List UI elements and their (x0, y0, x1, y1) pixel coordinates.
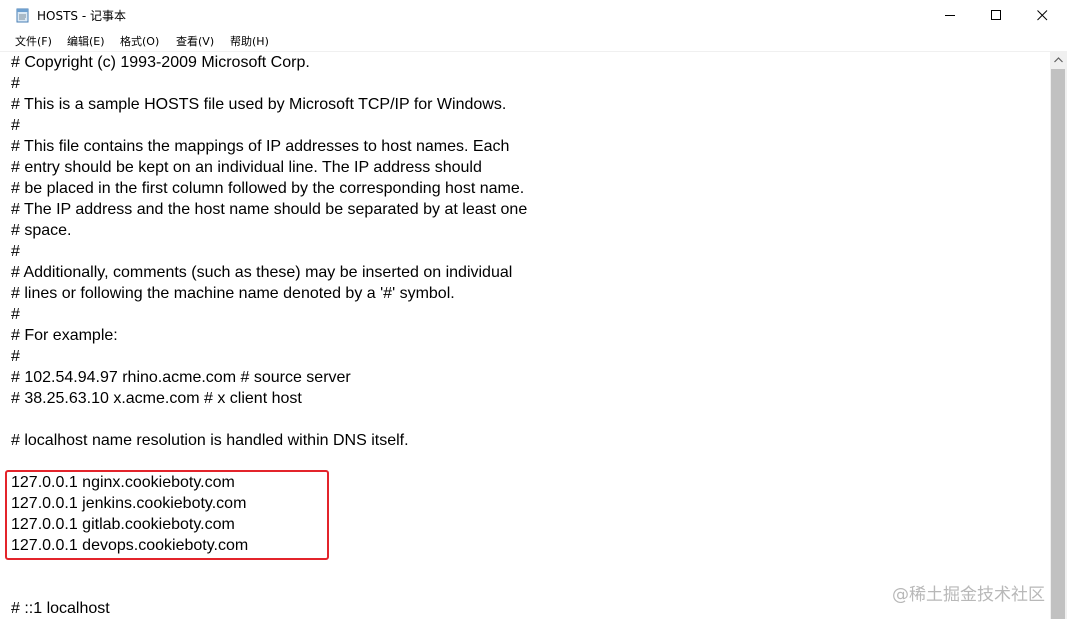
text-line: # This file contains the mappings of IP … (11, 138, 510, 155)
minimize-icon (944, 15, 955, 16)
text-line: # (11, 348, 20, 365)
menu-file[interactable]: 文件(F) (15, 33, 52, 49)
vertical-scrollbar[interactable] (1050, 51, 1067, 619)
text-line: # This is a sample HOSTS file used by Mi… (11, 96, 507, 113)
text-line: # 102.54.94.97 rhino.acme.com # source s… (11, 369, 351, 386)
maximize-button[interactable] (973, 0, 1019, 31)
close-icon (1036, 10, 1047, 21)
text-line: # (11, 117, 20, 134)
text-line: # lines or following the machine name de… (11, 285, 455, 302)
text-line: # entry should be kept on an individual … (11, 159, 482, 176)
hosts-entry: 127.0.0.1 jenkins.cookieboty.com (11, 495, 247, 512)
scrollbar-thumb[interactable] (1051, 69, 1065, 619)
hosts-entry: 127.0.0.1 nginx.cookieboty.com (11, 474, 235, 491)
menu-edit[interactable]: 编辑(E) (67, 33, 105, 49)
text-line: # (11, 243, 20, 260)
text-line (11, 577, 527, 598)
text-line: # ::1 localhost (11, 600, 110, 617)
hosts-entry: 127.0.0.1 gitlab.cookieboty.com (11, 516, 235, 533)
watermark: @稀土掘金技术社区 (892, 585, 1045, 605)
text-line: # localhost name resolution is handled w… (11, 432, 409, 449)
minimize-button[interactable] (927, 0, 973, 31)
window-title: HOSTS - 记事本 (37, 9, 126, 23)
title-bar[interactable]: HOSTS - 记事本 (0, 0, 1074, 31)
menu-bar: 文件(F) 编辑(E) 格式(O) 查看(V) 帮助(H) (0, 31, 1074, 51)
text-line: # The IP address and the host name shoul… (11, 201, 528, 218)
text-line: # space. (11, 222, 72, 239)
menu-help[interactable]: 帮助(H) (230, 33, 269, 49)
hosts-entry: 127.0.0.1 devops.cookieboty.com (11, 537, 249, 554)
window-edge (1067, 51, 1074, 619)
text-line: # 38.25.63.10 x.acme.com # x client host (11, 390, 302, 407)
text-line (11, 451, 527, 472)
text-line: # For example: (11, 327, 118, 344)
text-line: # be placed in the first column followed… (11, 180, 525, 197)
scroll-up-button[interactable] (1050, 51, 1067, 68)
text-line: # Additionally, comments (such as these)… (11, 264, 513, 281)
text-editor[interactable]: # Copyright (c) 1993-2009 Microsoft Corp… (0, 51, 1050, 620)
menu-view[interactable]: 查看(V) (176, 33, 214, 49)
text-line (11, 556, 527, 577)
chevron-up-icon (1054, 56, 1063, 62)
notepad-window: HOSTS - 记事本 文件(F) 编辑(E) 格式(O) 查看(V) 帮助(H… (0, 0, 1074, 620)
text-line (11, 409, 527, 430)
close-button[interactable] (1019, 0, 1065, 31)
text-line: # (11, 75, 20, 92)
text-line: # (11, 306, 20, 323)
maximize-icon (990, 10, 1001, 20)
text-line: # Copyright (c) 1993-2009 Microsoft Corp… (11, 54, 310, 71)
notepad-icon (16, 8, 30, 23)
menu-format[interactable]: 格式(O) (120, 33, 159, 49)
text-content: # Copyright (c) 1993-2009 Microsoft Corp… (11, 52, 527, 619)
